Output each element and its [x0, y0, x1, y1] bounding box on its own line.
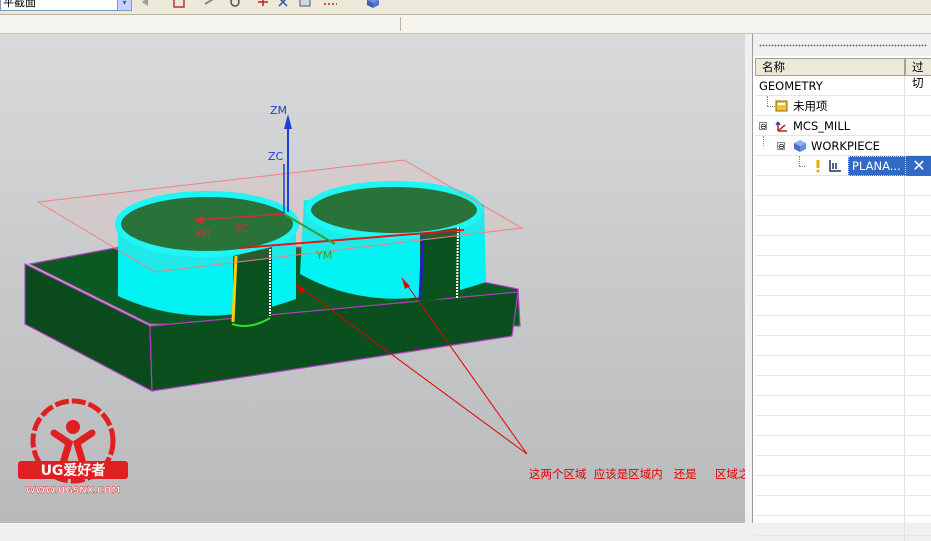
- secondary-toolbar: [0, 15, 931, 34]
- graphics-viewport[interactable]: ZM ZC XM XC YM 这两个区域 应该是区域内 还是 区域之间 呢 UG…: [0, 34, 745, 523]
- warning-icon: [816, 160, 820, 173]
- tree-row-empty: [755, 516, 931, 536]
- tree-row-empty: [755, 396, 931, 416]
- cube-icon[interactable]: [366, 0, 380, 9]
- annotation-text: 这两个区域 应该是区域内 还是 区域之间 呢: [529, 467, 745, 481]
- view-combo-value: 平截面: [3, 0, 36, 9]
- tree-row-empty: [755, 316, 931, 336]
- selected-node-label[interactable]: PLANA...: [848, 156, 906, 176]
- tree-row-empty: [755, 336, 931, 356]
- column-header-name[interactable]: 名称: [755, 58, 905, 76]
- xm-label: XM: [194, 228, 211, 241]
- navigator-grip[interactable]: [753, 34, 931, 56]
- node-label: WORKPIECE: [811, 139, 880, 153]
- tree-row-empty: [755, 416, 931, 436]
- ym-label: YM: [315, 249, 332, 262]
- logo-url: WWW.UGSNX.COM: [26, 486, 121, 496]
- tree-row-empty: [755, 476, 931, 496]
- undo-icon[interactable]: [140, 0, 154, 9]
- logo-brand: UG爱好者: [41, 462, 106, 479]
- zc-label: ZC: [268, 150, 284, 163]
- tree-row-unused[interactable]: 未用项: [755, 96, 931, 116]
- node-label: MCS_MILL: [793, 119, 851, 133]
- operation-icon: [829, 160, 841, 172]
- tree-row-empty: [755, 236, 931, 256]
- collapse-icon[interactable]: ⊖: [759, 122, 767, 131]
- tree-row-empty: [755, 436, 931, 456]
- tree-row-mcs-mill[interactable]: ⊖ MCS_MILL: [755, 116, 931, 136]
- display-icon[interactable]: [298, 0, 312, 9]
- gouge-status-icon: ✕: [906, 156, 931, 176]
- tree-row-empty: [755, 256, 931, 276]
- workpiece-icon: [794, 140, 806, 152]
- tree-row-empty: [755, 456, 931, 476]
- tree-row-empty: [755, 216, 931, 236]
- column-header-gouge[interactable]: 过切: [905, 58, 931, 90]
- zm-label: ZM: [270, 104, 287, 117]
- operation-navigator: 名称 过切 GEOMETRY 未用项 ⊖ MCS_MILL ⊖ WORKPIEC…: [752, 34, 931, 541]
- transform-icon[interactable]: [276, 0, 290, 9]
- xc-label: XC: [234, 222, 249, 235]
- tree-row-empty: [755, 276, 931, 296]
- main-toolbar: 平截面 ▾: [0, 0, 931, 15]
- node-label: GEOMETRY: [759, 79, 823, 93]
- rotate-icon[interactable]: [228, 0, 242, 9]
- tree-row-empty: [755, 356, 931, 376]
- ug-logo: UG爱好者 WWW.UGSNX.COM: [18, 398, 128, 496]
- toolbar-divider: [400, 17, 401, 31]
- collapse-icon[interactable]: ⊖: [777, 142, 785, 151]
- tree-row-empty: [755, 196, 931, 216]
- unused-items-icon: [775, 100, 788, 112]
- combo-dropdown-icon[interactable]: ▾: [117, 0, 131, 10]
- mcs-icon: [775, 121, 787, 132]
- node-label: 未用项: [793, 99, 828, 113]
- axis-icon[interactable]: [256, 0, 270, 9]
- tree-row-empty: [755, 296, 931, 316]
- arrow-icon[interactable]: [203, 0, 217, 9]
- view-combo[interactable]: 平截面 ▾: [0, 0, 132, 11]
- tree-row-planar-mill[interactable]: PLANA... ✕: [755, 156, 931, 176]
- tree-row-empty: [755, 496, 931, 516]
- path-icon[interactable]: [323, 0, 337, 9]
- tree-row-geometry[interactable]: GEOMETRY: [755, 76, 931, 96]
- tree-row-empty: [755, 176, 931, 196]
- frame-icon[interactable]: [172, 0, 186, 9]
- tree-body: GEOMETRY 未用项 ⊖ MCS_MILL ⊖ WORKPIECE PLAN…: [755, 76, 931, 536]
- tree-row-empty: [755, 376, 931, 396]
- tree-row-workpiece[interactable]: ⊖ WORKPIECE: [755, 136, 931, 156]
